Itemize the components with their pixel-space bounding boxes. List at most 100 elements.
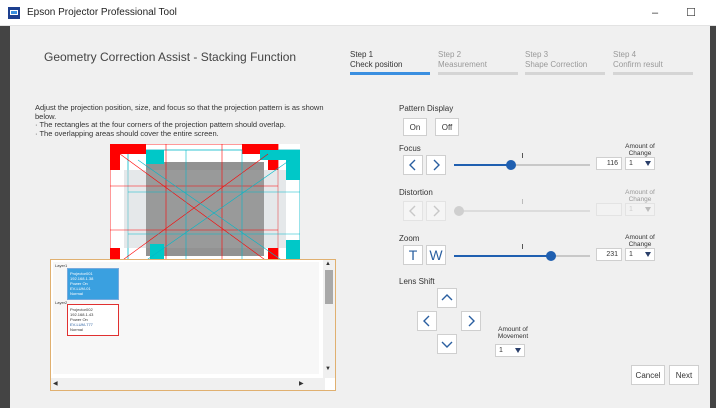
step-1: Step 1 Check position <box>350 50 434 75</box>
step-name: Shape Correction <box>525 60 588 69</box>
distortion-increase-button[interactable] <box>426 201 446 221</box>
lens-shift-label: Lens Shift <box>399 277 435 286</box>
zoom-label: Zoom <box>399 234 420 243</box>
distortion-label: Distortion <box>399 188 433 197</box>
slider-center-tick <box>522 244 523 249</box>
chevron-up-icon <box>441 294 453 301</box>
step-progress-bar <box>613 72 693 75</box>
chevron-down-icon <box>515 348 521 353</box>
minimize-button[interactable]: – <box>637 0 673 26</box>
layout-canvas: Layer1 Projector001 192.168.1.38 Power O… <box>53 262 319 374</box>
chevron-left-icon <box>409 159 416 171</box>
lens-shift-down-button[interactable] <box>437 334 457 354</box>
projector-state: Normal <box>70 291 83 296</box>
slider-knob[interactable] <box>546 251 556 261</box>
chevron-down-icon <box>645 207 651 212</box>
slider-track <box>454 210 590 212</box>
main-content: Geometry Correction Assist - Stacking Fu… <box>10 26 710 408</box>
zoom-tele-button[interactable]: T <box>403 245 423 265</box>
chevron-right-icon <box>468 315 475 327</box>
layer-label: Layer2 <box>55 300 68 305</box>
step-progress-bar <box>350 72 430 75</box>
next-button[interactable]: Next <box>669 365 699 385</box>
projector-state: Normal <box>70 327 83 332</box>
step-4: Step 4 Confirm result <box>613 50 697 75</box>
lens-shift-right-button[interactable] <box>461 311 481 331</box>
chevron-left-icon <box>423 315 430 327</box>
scroll-right-icon[interactable]: ▶ <box>299 380 304 387</box>
zoom-slider[interactable] <box>454 244 590 262</box>
scroll-left-icon[interactable]: ◀ <box>53 380 58 387</box>
chevron-down-icon <box>645 252 651 257</box>
app-window: Epson Projector Professional Tool – ☐ Ge… <box>0 0 716 408</box>
select-value: 1 <box>629 251 633 258</box>
step-number: Step 2 <box>438 50 462 59</box>
chevron-down-icon <box>645 161 651 166</box>
step-number: Step 4 <box>613 50 637 59</box>
window-title: Epson Projector Professional Tool <box>27 7 177 18</box>
horizontal-scrollbar[interactable]: ◀ ▶ <box>51 378 325 390</box>
select-value: 1 <box>629 206 633 213</box>
epson-app-icon <box>8 7 20 19</box>
zoom-amount-select[interactable]: 1 <box>625 248 655 261</box>
zoom-wide-button[interactable]: W <box>426 245 446 265</box>
step-number: Step 3 <box>525 50 549 59</box>
projector-card-2[interactable]: Projector002 192.168.1.43 Power On EV-LU… <box>67 304 119 336</box>
scroll-down-icon[interactable]: ▼ <box>325 366 331 372</box>
instruction-line: Adjust the projection position, size, an… <box>35 103 324 121</box>
lens-shift-up-button[interactable] <box>437 288 457 308</box>
projector-card-1[interactable]: Projector001 192.168.1.38 Power On EV-LU… <box>67 268 119 300</box>
slider-knob[interactable] <box>506 160 516 170</box>
focus-label: Focus <box>399 144 421 153</box>
maximize-button[interactable]: ☐ <box>673 0 709 26</box>
distortion-amount-select[interactable]: 1 <box>625 203 655 216</box>
scroll-up-icon[interactable]: ▲ <box>325 261 331 267</box>
distortion-slider[interactable] <box>454 199 590 217</box>
chevron-left-icon <box>409 205 416 217</box>
instruction-line: · The overlapping areas should cover the… <box>35 128 219 138</box>
distortion-amount-label: Amount of Change <box>625 189 655 203</box>
slider-fill <box>454 255 551 257</box>
lens-shift-amount-select[interactable]: 1 <box>495 344 525 357</box>
slider-fill <box>454 164 511 166</box>
distortion-decrease-button[interactable] <box>403 201 423 221</box>
cancel-button[interactable]: Cancel <box>631 365 665 385</box>
vertical-scrollbar[interactable]: ▲ ▼ <box>323 260 335 378</box>
chevron-right-icon <box>433 159 440 171</box>
slider-knob[interactable] <box>454 206 464 216</box>
zoom-value: 231 <box>596 248 622 261</box>
instructions: Adjust the projection position, size, an… <box>35 103 345 138</box>
layer-label: Layer1 <box>55 263 68 268</box>
focus-amount-select[interactable]: 1 <box>625 157 655 170</box>
slider-center-tick <box>522 153 523 158</box>
stacking-pattern-diagram <box>110 144 300 276</box>
step-number: Step 1 <box>350 50 374 59</box>
focus-value: 116 <box>596 157 622 170</box>
projector-layout-panel[interactable]: Layer1 Projector001 192.168.1.38 Power O… <box>50 259 336 391</box>
pattern-on-button[interactable]: On <box>403 118 427 136</box>
step-2: Step 2 Measurement <box>438 50 522 75</box>
slider-center-tick <box>522 199 523 204</box>
focus-slider[interactable] <box>454 153 590 171</box>
step-progress-bar <box>438 72 518 75</box>
pattern-off-button[interactable]: Off <box>435 118 459 136</box>
pattern-display-label: Pattern Display <box>399 104 454 113</box>
right-frame <box>710 26 716 408</box>
lens-shift-amount-label: Amount of Movement <box>497 326 529 340</box>
zoom-amount-label: Amount of Change <box>625 234 655 248</box>
step-progress-bar <box>525 72 605 75</box>
left-frame <box>0 26 10 408</box>
scroll-thumb[interactable] <box>325 270 333 304</box>
focus-amount-label: Amount of Change <box>625 143 655 157</box>
chevron-down-icon <box>441 341 453 348</box>
select-value: 1 <box>499 347 503 354</box>
select-value: 1 <box>629 160 633 167</box>
title-bar: Epson Projector Professional Tool – ☐ <box>0 0 716 26</box>
lens-shift-left-button[interactable] <box>417 311 437 331</box>
step-3: Step 3 Shape Correction <box>525 50 609 75</box>
focus-increase-button[interactable] <box>426 155 446 175</box>
focus-decrease-button[interactable] <box>403 155 423 175</box>
distortion-value <box>596 203 622 216</box>
chevron-right-icon <box>433 205 440 217</box>
page-title: Geometry Correction Assist - Stacking Fu… <box>44 50 297 64</box>
